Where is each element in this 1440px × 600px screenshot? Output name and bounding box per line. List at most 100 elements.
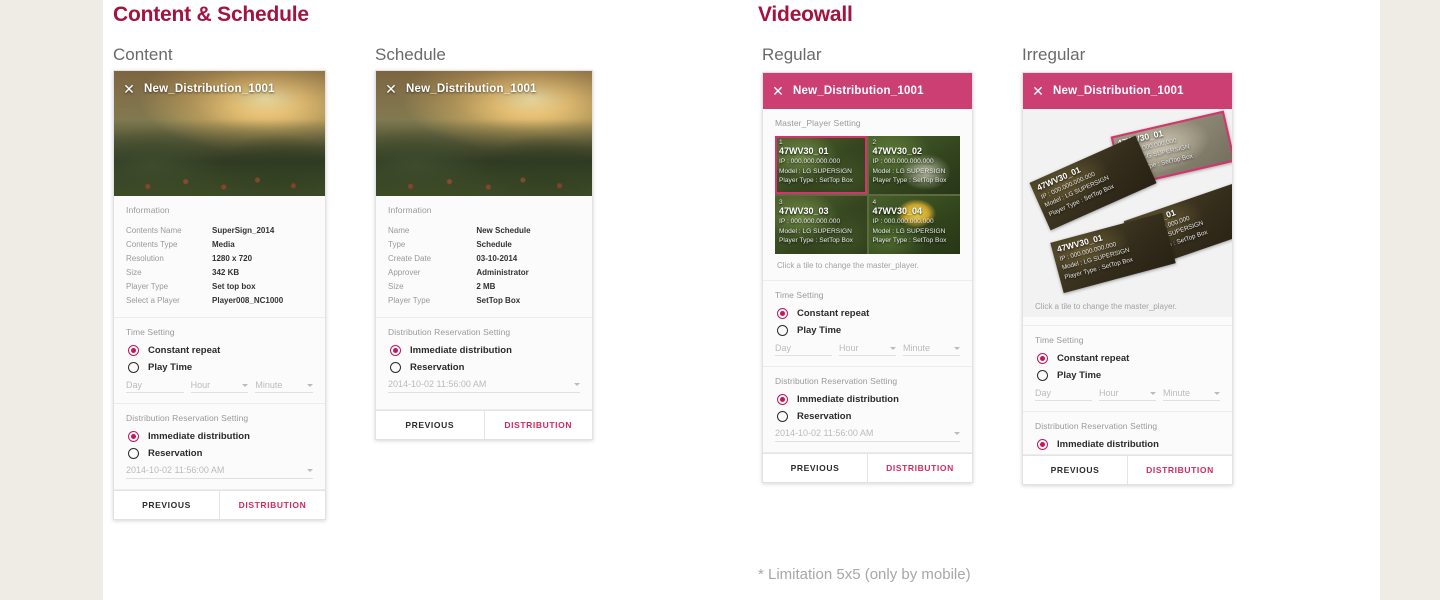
distribution-button[interactable]: DISTRIBUTION xyxy=(220,491,325,519)
close-icon[interactable]: ✕ xyxy=(1023,84,1053,98)
videowall-tile[interactable]: 3 47WV30_03 IP : 000.000.000.000 Model :… xyxy=(775,196,867,254)
panel-title-content: Content xyxy=(113,45,173,64)
close-icon[interactable]: ✕ xyxy=(114,82,144,96)
row-value: 03-10-2014 xyxy=(476,253,518,263)
table-row: Player Type Set top box xyxy=(126,279,313,293)
radio-immediate-distribution[interactable]: Immediate distribution xyxy=(1037,439,1220,450)
tile-number: 3 xyxy=(779,199,783,206)
tile-name: 47WV30_03 xyxy=(779,206,829,217)
datetime-value: 2014-10-02 11:56:00 AM xyxy=(126,465,225,475)
radio-label: Constant repeat xyxy=(797,308,870,319)
schedule-footer: PREVIOUS DISTRIBUTION xyxy=(376,410,592,439)
minute-select[interactable]: Minute xyxy=(1163,388,1220,401)
schedule-body: Information Name New Schedule Type Sched… xyxy=(376,196,592,439)
radio-label: Play Time xyxy=(148,362,193,373)
row-key: Size xyxy=(388,281,404,291)
radio-reservation[interactable]: Reservation xyxy=(777,411,960,422)
minute-select[interactable]: Minute xyxy=(903,343,960,356)
regular-master-player-section: Master_Player Setting 1 47WV30_01 IP : 0… xyxy=(763,109,972,281)
distribution-button[interactable]: DISTRIBUTION xyxy=(1128,456,1232,484)
radio-reservation[interactable]: Reservation xyxy=(390,362,580,373)
reservation-datetime-select[interactable]: 2014-10-02 11:56:00 AM xyxy=(775,428,960,442)
regular-header-bar: ✕ New_Distribution_1001 xyxy=(763,73,972,109)
day-select[interactable]: Day xyxy=(775,343,832,356)
row-value: SuperSign_2014 xyxy=(212,225,275,235)
irregular-header-bar: ✕ New_Distribution_1001 xyxy=(1023,73,1232,109)
radio-constant-repeat[interactable]: Constant repeat xyxy=(1037,353,1220,364)
videowall-tile[interactable]: 2 47WV30_02 IP : 000.000.000.000 Model :… xyxy=(869,136,961,194)
previous-button[interactable]: PREVIOUS xyxy=(763,454,868,482)
regular-header: ✕ New_Distribution_1001 xyxy=(763,73,972,109)
radio-play-time[interactable]: Play Time xyxy=(777,325,960,336)
videowall-tile[interactable]: 47WV30_01 IP : 000.000.000.000 Model : L… xyxy=(1050,212,1176,294)
hour-select[interactable]: Hour xyxy=(1099,388,1156,401)
schedule-information-table: Name New Schedule Type Schedule Create D… xyxy=(388,223,580,307)
reservation-datetime-select[interactable]: 2014-10-02 11:56:00 AM xyxy=(126,465,313,479)
radio-icon xyxy=(390,362,401,373)
radio-immediate-distribution[interactable]: Immediate distribution xyxy=(128,431,313,442)
hour-select[interactable]: Hour xyxy=(190,380,249,393)
row-value: Set top box xyxy=(212,281,256,291)
irregular-master-player-section: 47WV30_01 IP : 000.000.000.000 Model : L… xyxy=(1023,109,1232,326)
irregular-header: ✕ New_Distribution_1001 xyxy=(1023,73,1232,109)
schedule-information-section: Information Name New Schedule Type Sched… xyxy=(376,196,592,318)
regular-distribution-setting-section: Distribution Reservation Setting Immedia… xyxy=(763,367,972,453)
irregular-body: 47WV30_01 IP : 000.000.000.000 Model : L… xyxy=(1023,109,1232,484)
radio-immediate-distribution[interactable]: Immediate distribution xyxy=(777,394,960,405)
day-select[interactable]: Day xyxy=(1035,388,1092,401)
row-key: Create Date xyxy=(388,253,432,263)
field-placeholder: Minute xyxy=(1163,388,1191,398)
row-value: 342 KB xyxy=(212,267,240,277)
close-icon[interactable]: ✕ xyxy=(763,84,793,98)
content-time-setting-section: Time Setting Constant repeat Play Time D… xyxy=(114,318,325,404)
hour-select[interactable]: Hour xyxy=(839,343,896,356)
panel-title-schedule: Schedule xyxy=(375,45,446,64)
tile-number: 1 xyxy=(779,139,783,146)
radio-icon xyxy=(777,325,788,336)
radio-label: Reservation xyxy=(410,362,465,373)
videowall-tile[interactable]: 1 47WV30_01 IP : 000.000.000.000 Model :… xyxy=(775,136,867,194)
radio-label: Constant repeat xyxy=(1057,353,1130,364)
radio-icon-selected xyxy=(777,394,788,405)
radio-constant-repeat[interactable]: Constant repeat xyxy=(128,345,313,356)
distribution-button[interactable]: DISTRIBUTION xyxy=(485,411,593,439)
day-select[interactable]: Day xyxy=(126,380,184,393)
previous-button[interactable]: PREVIOUS xyxy=(376,411,485,439)
panel-schedule: ✕ New_Distribution_1001 Information Name… xyxy=(375,70,593,440)
radio-play-time[interactable]: Play Time xyxy=(128,362,313,373)
radio-play-time[interactable]: Play Time xyxy=(1037,370,1220,381)
field-placeholder: Minute xyxy=(255,380,283,390)
table-row: Approver Administrator xyxy=(388,265,580,279)
row-value[interactable]: Player008_NC1000 xyxy=(212,293,313,307)
tile-ip: IP : 000.000.000.000 xyxy=(872,218,934,226)
panel-content: ✕ New_Distribution_1001 Information Cont… xyxy=(113,70,326,520)
table-row: Contents Type Media xyxy=(126,237,313,251)
radio-icon-selected xyxy=(1037,353,1048,364)
radio-reservation[interactable]: Reservation xyxy=(128,448,313,459)
regular-time-setting-section: Time Setting Constant repeat Play Time D… xyxy=(763,281,972,367)
radio-constant-repeat[interactable]: Constant repeat xyxy=(777,308,960,319)
content-body: Information Contents Name SuperSign_2014… xyxy=(114,196,325,519)
section-heading: Distribution Reservation Setting xyxy=(775,376,898,386)
tile-number: 4 xyxy=(872,199,877,206)
previous-button[interactable]: PREVIOUS xyxy=(114,491,220,519)
group-title-content-schedule: Content & Schedule xyxy=(113,3,309,26)
panel-title-regular: Regular xyxy=(762,45,822,64)
radio-label: Immediate distribution xyxy=(410,345,512,356)
close-icon[interactable]: ✕ xyxy=(376,82,406,96)
irregular-distribution-setting-section: Distribution Reservation Setting Immedia… xyxy=(1023,412,1232,455)
table-row: Player Type SetTop Box xyxy=(388,293,580,307)
radio-icon-selected xyxy=(128,345,139,356)
irregular-footer: PREVIOUS DISTRIBUTION xyxy=(1023,455,1232,484)
distribution-button[interactable]: DISTRIBUTION xyxy=(868,454,972,482)
row-value: 2 MB xyxy=(476,281,496,291)
row-key: Resolution xyxy=(126,253,164,263)
previous-button[interactable]: PREVIOUS xyxy=(1023,456,1128,484)
reservation-datetime-select[interactable]: 2014-10-02 11:56:00 AM xyxy=(388,379,580,393)
chevron-down-icon xyxy=(1150,391,1156,395)
datetime-value: 2014-10-02 11:56:00 AM xyxy=(388,379,487,389)
radio-immediate-distribution[interactable]: Immediate distribution xyxy=(390,345,580,356)
minute-select[interactable]: Minute xyxy=(255,380,314,393)
videowall-tile[interactable]: 4 47WV30_04 IP : 000.000.000.000 Model :… xyxy=(869,196,961,254)
row-key: Approver xyxy=(388,267,421,277)
